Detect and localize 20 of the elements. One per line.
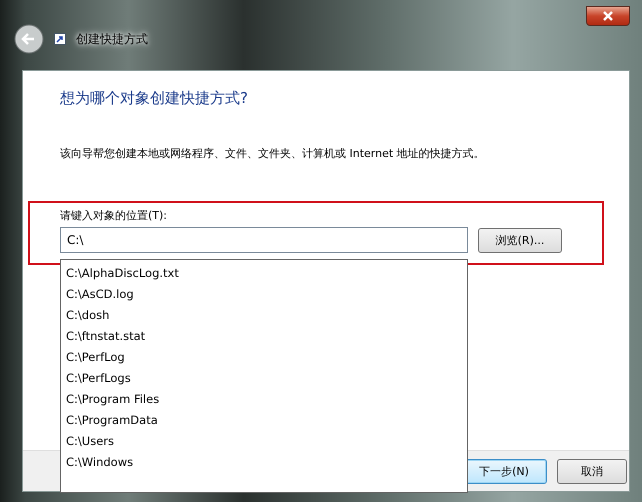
location-label: 请键入对象的位置(T): (60, 208, 168, 223)
suggestion-item[interactable]: C:\AsCD.log (61, 284, 467, 305)
suggestion-item[interactable]: C:\Program Files (61, 389, 467, 410)
suggestion-item[interactable]: C:\AlphaDiscLog.txt (61, 263, 467, 284)
close-button[interactable] (586, 6, 630, 26)
back-button[interactable] (14, 24, 44, 54)
shortcut-icon (54, 33, 66, 45)
suggestion-item[interactable]: C:\PerfLogs (61, 368, 467, 389)
wizard-heading: 想为哪个对象创建快捷方式? (60, 89, 249, 108)
browse-button[interactable]: 浏览(R)... (478, 228, 562, 252)
close-icon (602, 11, 614, 21)
suggestion-item[interactable]: C:\PerfLog (61, 347, 467, 368)
cancel-button[interactable]: 取消 (557, 458, 627, 484)
suggestion-item[interactable]: C:\ftnstat.stat (61, 326, 467, 347)
suggestion-item[interactable]: C:\ProgramData (61, 410, 467, 431)
description-text: 该向导帮您创建本地或网络程序、文件、文件夹、计算机或 Internet 地址的快捷方式。 (60, 146, 486, 161)
location-field[interactable]: C:\ (60, 227, 468, 253)
window-title: 创建快捷方式 (76, 30, 148, 48)
suggestion-item[interactable]: C:\Users (61, 431, 467, 452)
suggestion-item[interactable]: C:\dosh (61, 305, 467, 326)
